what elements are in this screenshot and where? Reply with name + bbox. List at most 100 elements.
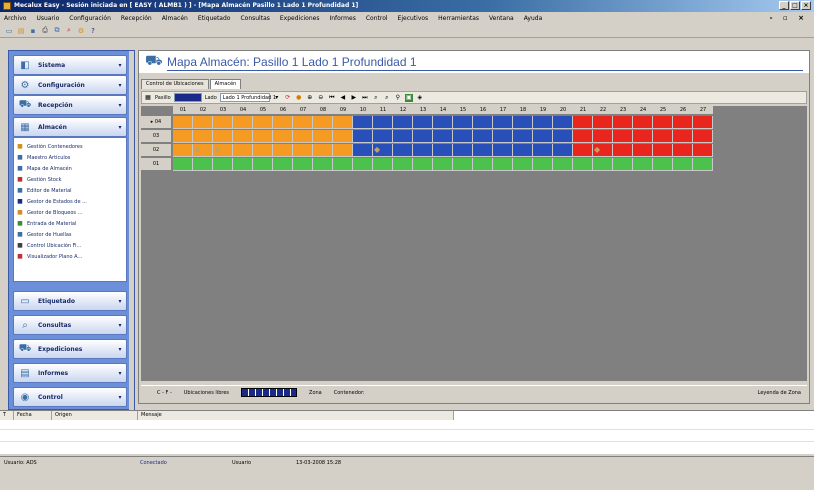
nav-section-control[interactable]: ◉ Control ▾ <box>13 387 127 407</box>
menu-item-almacén[interactable]: Almacén <box>162 15 188 22</box>
menu-item-expediciones[interactable]: Expediciones <box>280 15 320 22</box>
row-header[interactable]: ▸ 04 <box>141 116 171 129</box>
location-cell[interactable] <box>693 130 713 143</box>
print-icon[interactable]: ⎙ <box>40 26 50 36</box>
location-cell[interactable] <box>313 144 333 157</box>
location-cell[interactable] <box>693 144 713 157</box>
nav-item[interactable]: ■ Gestor de Bloqueos ... <box>16 207 124 218</box>
location-cell[interactable] <box>393 116 413 129</box>
settings-icon[interactable]: ⚙ <box>76 26 86 36</box>
menu-item-archivo[interactable]: Archivo <box>4 15 26 22</box>
location-cell[interactable] <box>553 144 573 157</box>
row-header[interactable]: 01 <box>141 158 171 171</box>
location-cell[interactable] <box>313 130 333 143</box>
location-cell[interactable] <box>493 144 513 157</box>
location-cell[interactable] <box>273 116 293 129</box>
menu-item-informes[interactable]: Informes <box>329 15 355 22</box>
location-cell[interactable]: ◆ <box>593 144 613 157</box>
location-cell[interactable] <box>353 116 373 129</box>
location-cell[interactable] <box>293 130 313 143</box>
location-cell[interactable] <box>633 130 653 143</box>
location-cell[interactable] <box>173 144 193 157</box>
location-cell[interactable] <box>613 116 633 129</box>
location-cell[interactable] <box>333 130 353 143</box>
nav-section-sistema[interactable]: ◧ Sistema ▾ <box>13 55 127 75</box>
location-cell[interactable] <box>453 130 473 143</box>
location-cell[interactable] <box>253 116 273 129</box>
location-cell[interactable] <box>613 144 633 157</box>
location-cell[interactable] <box>473 158 493 171</box>
menu-item-ejecutivos[interactable]: Ejecutivos <box>398 15 429 22</box>
row-header[interactable]: 03 <box>141 130 171 143</box>
location-cell[interactable] <box>233 144 253 157</box>
location-cell[interactable] <box>533 144 553 157</box>
location-cell[interactable] <box>193 158 213 171</box>
log-col-type[interactable]: T <box>0 411 14 420</box>
log-col-mensaje[interactable]: Mensaje <box>138 411 454 420</box>
link-icon[interactable]: ⚲ <box>394 94 402 102</box>
zoom-in-icon[interactable]: ⊕ <box>306 94 314 102</box>
menu-item-herramientas[interactable]: Herramientas <box>438 15 479 22</box>
location-cell[interactable] <box>413 144 433 157</box>
tab-almacen[interactable]: Almacén <box>209 79 242 89</box>
location-cell[interactable] <box>673 144 693 157</box>
minimize-button[interactable]: _ <box>779 1 789 10</box>
nav-item[interactable]: ■ Visualizador Plano A... <box>16 251 124 262</box>
nav-section-etiquetado[interactable]: ▭ Etiquetado ▾ <box>13 291 127 311</box>
location-cell[interactable] <box>333 144 353 157</box>
nav-item[interactable]: ■ Gestión Stock <box>16 174 124 185</box>
tab-control-ubicaciones[interactable]: Control de Ubicaciones <box>141 79 209 89</box>
location-cell[interactable] <box>453 116 473 129</box>
find-icon[interactable]: ⌕ <box>383 94 391 102</box>
location-cell[interactable] <box>433 158 453 171</box>
nav-item[interactable]: ■ Gestor de Huellas <box>16 229 124 240</box>
location-cell[interactable] <box>533 130 553 143</box>
location-cell[interactable] <box>653 158 673 171</box>
location-cell[interactable] <box>593 130 613 143</box>
nav-section-almacén[interactable]: ▦ Almacén ▾ <box>13 117 127 137</box>
location-cell[interactable] <box>613 130 633 143</box>
location-cell[interactable] <box>573 158 593 171</box>
location-cell[interactable] <box>573 116 593 129</box>
nav-item[interactable]: ■ Entrada de Material <box>16 218 124 229</box>
nav-section-configuración[interactable]: ⚙ Configuración ▾ <box>13 75 127 95</box>
location-cell[interactable] <box>593 158 613 171</box>
help-icon[interactable]: ? <box>88 26 98 36</box>
location-cell[interactable] <box>653 144 673 157</box>
save-icon[interactable]: ▪ <box>28 26 38 36</box>
menu-item-ayuda[interactable]: Ayuda <box>524 15 543 22</box>
location-cell[interactable] <box>213 158 233 171</box>
filter-icon[interactable]: ● <box>295 94 303 102</box>
location-cell[interactable] <box>233 116 253 129</box>
location-cell[interactable] <box>533 116 553 129</box>
close-button[interactable]: × <box>801 1 811 10</box>
location-cell[interactable] <box>353 130 373 143</box>
log-col-fecha[interactable]: Fecha <box>14 411 52 420</box>
location-cell[interactable] <box>333 158 353 171</box>
location-cell[interactable] <box>413 116 433 129</box>
nav-item[interactable]: ■ Control Ubicación Fi... <box>16 240 124 251</box>
menu-item-etiquetado[interactable]: Etiquetado <box>198 15 231 22</box>
location-cell[interactable] <box>333 116 353 129</box>
location-cell[interactable] <box>513 130 533 143</box>
location-cell[interactable] <box>373 130 393 143</box>
menu-item-configuración[interactable]: Configuración <box>69 15 111 22</box>
first-icon[interactable]: ⏮ <box>328 94 336 102</box>
location-cell[interactable] <box>513 158 533 171</box>
location-cell[interactable] <box>273 130 293 143</box>
menu-item-control[interactable]: Control <box>366 15 388 22</box>
nav-section-recepción[interactable]: ⛟ Recepción ▾ <box>13 95 127 115</box>
row-header[interactable]: 02 <box>141 144 171 157</box>
location-cell[interactable] <box>653 130 673 143</box>
pasillo-select[interactable] <box>173 93 202 102</box>
nav-scrollbar[interactable] <box>129 51 134 411</box>
location-cell[interactable] <box>353 158 373 171</box>
dropdown-icon[interactable]: ▾ <box>273 94 281 102</box>
location-cell[interactable] <box>253 130 273 143</box>
location-cell[interactable] <box>473 116 493 129</box>
location-cell[interactable] <box>633 158 653 171</box>
nav-section-consultas[interactable]: ⌕ Consultas ▾ <box>13 315 127 335</box>
maximize-button[interactable]: □ <box>790 1 800 10</box>
location-cell[interactable] <box>553 158 573 171</box>
nav-section-informes[interactable]: ▤ Informes ▾ <box>13 363 127 383</box>
